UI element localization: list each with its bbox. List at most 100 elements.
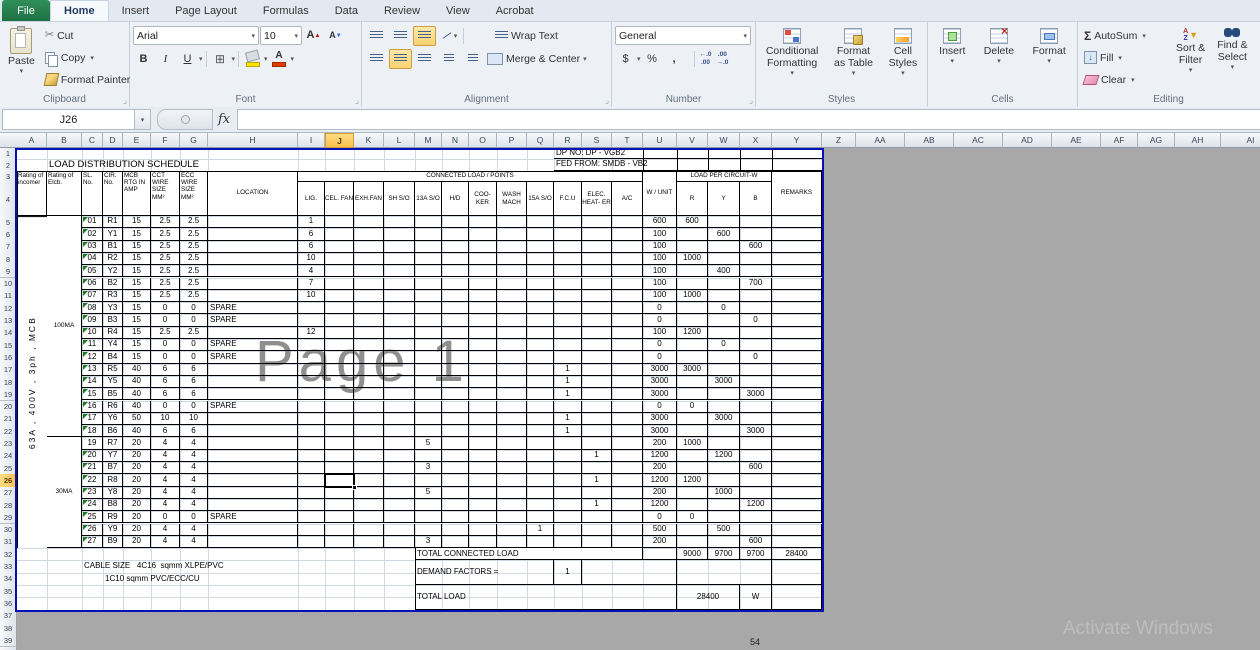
header-point[interactable]: EXH.FAN — [354, 182, 384, 216]
cell-point[interactable] — [612, 302, 643, 314]
cell-point[interactable] — [497, 216, 527, 228]
cell-load-b[interactable]: 1200 — [740, 499, 772, 511]
cell-point[interactable] — [298, 524, 325, 536]
cell-point[interactable] — [554, 524, 582, 536]
cell-circuit[interactable]: R3 — [103, 290, 123, 302]
cell-point[interactable] — [612, 216, 643, 228]
cell-point[interactable] — [298, 536, 325, 548]
cell-point[interactable] — [442, 265, 469, 277]
cell-w-unit[interactable]: 3000 — [643, 388, 677, 400]
cell-load-r[interactable] — [677, 241, 708, 253]
orientation-button[interactable]: ▾ — [437, 26, 460, 46]
cell-load-b[interactable]: 600 — [740, 241, 772, 253]
fill-color-button[interactable] — [242, 49, 263, 68]
cell-point[interactable]: 1 — [298, 216, 325, 228]
cell-point[interactable] — [354, 278, 384, 290]
cell-point[interactable] — [582, 228, 612, 240]
row-header-13[interactable]: 13 — [0, 314, 17, 327]
cell-ecc-wire[interactable]: 6 — [180, 425, 208, 437]
row-header-21[interactable]: 21 — [0, 413, 17, 426]
cell-point[interactable] — [325, 376, 354, 388]
cell-load-y[interactable] — [708, 241, 740, 253]
cell-point[interactable] — [325, 425, 354, 437]
cell-point[interactable] — [582, 241, 612, 253]
cell-point[interactable] — [582, 290, 612, 302]
cell-mcb-amp[interactable]: 15 — [123, 339, 151, 351]
cell-ecc-wire[interactable]: 2.5 — [180, 241, 208, 253]
cell-point[interactable] — [384, 524, 415, 536]
cell-point[interactable] — [527, 511, 554, 523]
cell-point[interactable]: 7 — [298, 278, 325, 290]
cell-point[interactable]: 4 — [298, 265, 325, 277]
cell-load-r[interactable]: 1000 — [677, 437, 708, 449]
cell-ecc-wire[interactable]: 2.5 — [180, 290, 208, 302]
cell-point[interactable] — [384, 241, 415, 253]
cell-load-y[interactable] — [708, 401, 740, 413]
cell-point[interactable] — [298, 499, 325, 511]
decrease-indent-button[interactable] — [437, 49, 460, 69]
wrap-text-button[interactable]: Wrap Text — [493, 30, 560, 42]
cell-point[interactable] — [554, 339, 582, 351]
cell-point[interactable] — [527, 302, 554, 314]
cell-ecc-wire[interactable]: 4 — [180, 462, 208, 474]
cell-load-r[interactable] — [677, 351, 708, 363]
cell-point[interactable] — [527, 327, 554, 339]
cable-size-note[interactable]: 1C10 sqmm PVC/ECC/CU — [103, 573, 415, 585]
cell-point[interactable] — [442, 413, 469, 425]
cell-point[interactable] — [612, 536, 643, 548]
cell-location[interactable] — [208, 290, 298, 302]
active-cell-undefined[interactable] — [324, 473, 355, 487]
cell-point[interactable] — [354, 327, 384, 339]
header-point[interactable]: 15A S/O — [527, 182, 554, 216]
cell-point[interactable] — [612, 524, 643, 536]
cell-point[interactable] — [527, 339, 554, 351]
insert-function-button[interactable]: fx — [218, 112, 230, 127]
cell-point[interactable] — [469, 327, 497, 339]
cell-load-r[interactable] — [677, 536, 708, 548]
conditional-formatting-button[interactable]: Conditional Formatting ▾ — [761, 25, 824, 94]
cell-point[interactable]: 10 — [298, 290, 325, 302]
tab-page-layout[interactable]: Page Layout — [162, 0, 250, 21]
cell-cct-wire[interactable]: 2.5 — [151, 253, 180, 265]
cable-size-note[interactable]: CABLE SIZE 4C16 sqmm XLPE/PVC — [82, 560, 415, 572]
row-header-24[interactable]: 24 — [0, 450, 17, 463]
cell-ecc-wire[interactable]: 4 — [180, 487, 208, 499]
cell-point[interactable] — [554, 487, 582, 499]
cell-point[interactable] — [384, 413, 415, 425]
cell-point[interactable] — [415, 376, 442, 388]
row-header-28[interactable]: 28 — [0, 499, 17, 512]
cell-w-unit[interactable]: 0 — [643, 511, 677, 523]
cell-point[interactable] — [354, 536, 384, 548]
row-header-40[interactable]: 40 — [0, 647, 17, 650]
cell-point[interactable] — [497, 425, 527, 437]
cell-load-r[interactable]: 3000 — [677, 364, 708, 376]
column-header-P[interactable]: P — [497, 133, 527, 148]
cell-point[interactable] — [469, 228, 497, 240]
cell-point[interactable] — [554, 241, 582, 253]
cell-point[interactable] — [415, 425, 442, 437]
row-header-38[interactable]: 38 — [0, 622, 17, 635]
cell-point[interactable] — [354, 351, 384, 363]
header-point[interactable]: WASH MACH — [497, 182, 527, 216]
cell-circuit[interactable]: Y4 — [103, 339, 123, 351]
cell-point[interactable] — [442, 450, 469, 462]
column-header-K[interactable]: K — [354, 133, 384, 148]
cell-point[interactable] — [469, 339, 497, 351]
cell-w-unit[interactable]: 3000 — [643, 425, 677, 437]
cell-load-b[interactable] — [740, 487, 772, 499]
cell-point[interactable] — [554, 216, 582, 228]
cell-w-unit[interactable]: 200 — [643, 437, 677, 449]
cell-point[interactable] — [384, 278, 415, 290]
cell-point[interactable] — [497, 302, 527, 314]
cell-point[interactable] — [384, 216, 415, 228]
cell-point[interactable] — [325, 413, 354, 425]
header-point[interactable]: H/D — [442, 182, 469, 216]
cell-circuit[interactable]: B4 — [103, 351, 123, 363]
cell-point[interactable] — [325, 388, 354, 400]
cell-point[interactable] — [612, 413, 643, 425]
cell-remarks[interactable] — [772, 290, 822, 302]
cell-load-r[interactable]: 0 — [677, 401, 708, 413]
row-header-36[interactable]: 36 — [0, 597, 17, 610]
cell-load-b[interactable]: 700 — [740, 278, 772, 290]
cell-point[interactable] — [325, 499, 354, 511]
